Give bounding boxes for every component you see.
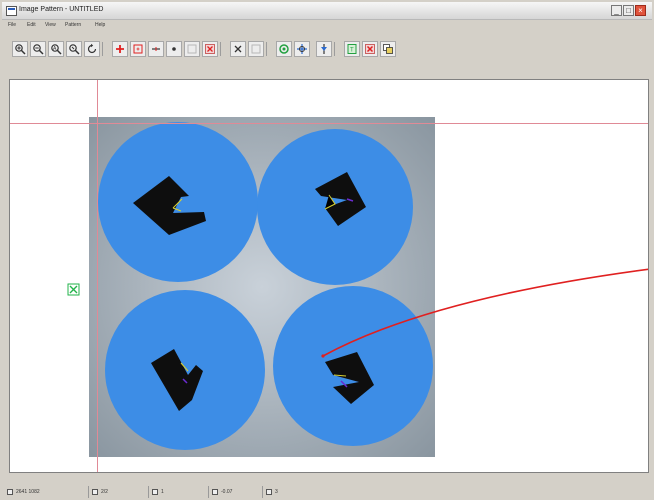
- zoom-in-button[interactable]: [12, 41, 28, 57]
- delete-marker-button[interactable]: [202, 41, 218, 57]
- add-cross-button[interactable]: [112, 41, 128, 57]
- cursor-icon: [7, 489, 13, 495]
- center-button[interactable]: [316, 41, 332, 57]
- rotate-icon: [87, 43, 97, 54]
- zoom-fit-icon: A: [51, 44, 62, 55]
- plus-icon: [116, 45, 124, 53]
- line-icon: [152, 47, 160, 51]
- status-extra: 3: [262, 486, 310, 498]
- status-size: 2/2: [88, 486, 144, 498]
- menu-view[interactable]: View: [45, 22, 56, 28]
- window-title: Image Pattern - UNTITLED: [19, 6, 104, 13]
- size-value: 2/2: [101, 489, 108, 495]
- count-value: 1: [161, 489, 164, 495]
- title-bar: Image Pattern - UNTITLED _ □ ×: [2, 2, 652, 20]
- toolbar-separator: [334, 42, 335, 56]
- target-icon: [279, 44, 289, 54]
- clear-button[interactable]: [362, 41, 378, 57]
- copy-button[interactable]: [380, 41, 396, 57]
- status-angle: -0.07: [208, 486, 258, 498]
- angle-icon: [212, 489, 218, 495]
- zoom-fit-button[interactable]: A: [48, 41, 64, 57]
- minimize-button[interactable]: _: [611, 5, 622, 16]
- blank-2-button[interactable]: [248, 41, 264, 57]
- status-coords: 2641 1082: [4, 486, 84, 498]
- zoom-out-button[interactable]: [30, 41, 46, 57]
- close-button[interactable]: ×: [635, 5, 646, 16]
- center-icon: [321, 44, 327, 54]
- extra-value: 3: [275, 489, 278, 495]
- svg-text:T: T: [350, 48, 354, 54]
- toolbar: A T: [2, 33, 652, 69]
- extra-icon: [266, 489, 272, 495]
- image-canvas[interactable]: [9, 79, 649, 473]
- cut-button[interactable]: [230, 41, 246, 57]
- target-button[interactable]: [276, 41, 292, 57]
- annotation-anchor: [321, 354, 325, 358]
- copy-icon: [383, 44, 393, 54]
- dot-icon: [172, 47, 176, 51]
- align-button[interactable]: [294, 41, 310, 57]
- zoom-actual-button[interactable]: [66, 41, 82, 57]
- menu-edit[interactable]: Edit: [27, 22, 36, 28]
- toolbar-separator: [266, 42, 267, 56]
- clear-icon: [365, 44, 375, 54]
- app-icon: [6, 6, 17, 16]
- maximize-button[interactable]: □: [623, 5, 634, 16]
- size-icon: [92, 489, 98, 495]
- status-count: 1: [148, 486, 204, 498]
- app-window: Image Pattern - UNTITLED _ □ × File Edit…: [0, 0, 654, 500]
- menu-file[interactable]: File: [8, 22, 16, 28]
- menu-help[interactable]: Help: [95, 22, 105, 28]
- box-icon: [133, 44, 143, 54]
- count-icon: [152, 489, 158, 495]
- toolbar-separator: [102, 42, 103, 56]
- menu-pattern[interactable]: Pattern: [65, 22, 81, 28]
- train-button[interactable]: T: [344, 41, 360, 57]
- delete-icon: [205, 44, 215, 54]
- annotation-overlay: [67, 268, 648, 358]
- status-bar: 2641 1082 2/2 1 -0.07 3: [0, 485, 654, 500]
- add-point-button[interactable]: [166, 41, 182, 57]
- coords-value: 2641 1082: [16, 489, 40, 495]
- blank-icon: [187, 44, 197, 54]
- blank-button[interactable]: [184, 41, 200, 57]
- toolbar-separator: [220, 42, 221, 56]
- rotate-button[interactable]: [84, 41, 100, 57]
- menu-bar: File Edit View Pattern Help: [2, 20, 652, 31]
- add-box-button[interactable]: [130, 41, 146, 57]
- add-line-button[interactable]: [148, 41, 164, 57]
- annotation-leader-line: [322, 268, 648, 357]
- zoom-in-icon: [15, 44, 26, 55]
- zoom-out-icon: [33, 44, 44, 55]
- cut-icon: [234, 45, 242, 53]
- origin-marker-icon[interactable]: [67, 283, 80, 296]
- angle-value: -0.07: [221, 489, 233, 495]
- align-icon: [297, 44, 307, 54]
- zoom-actual-icon: [69, 44, 80, 55]
- train-icon: T: [347, 44, 357, 54]
- blank-icon: [251, 44, 261, 54]
